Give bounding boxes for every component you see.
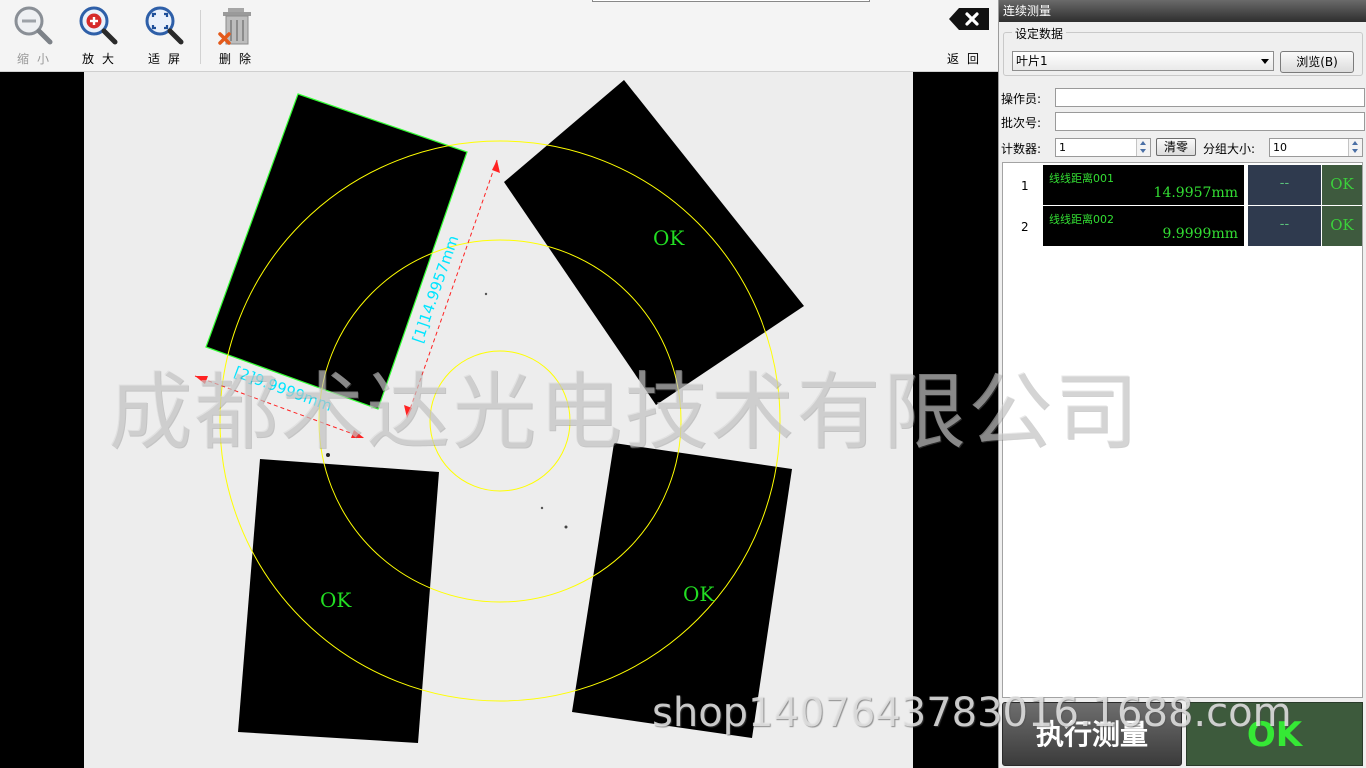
run-measurement-button[interactable]: 执行测量 — [1002, 702, 1182, 766]
group-size-label: 分组大小: — [1203, 142, 1256, 156]
toolbar-divider — [200, 10, 201, 64]
result-name: 线线距离002 — [1049, 213, 1114, 226]
batch-row: 批次号: — [1001, 112, 1365, 132]
counter-value: 1 — [1059, 141, 1066, 154]
delete-icon — [218, 8, 251, 45]
overall-status-indicator: OK — [1186, 702, 1363, 766]
zoom-out-button[interactable]: 缩小 — [4, 2, 64, 68]
result-value: 9.9999mm — [1162, 226, 1238, 242]
back-icon — [949, 8, 989, 30]
zoom-in-button[interactable]: 放大 — [69, 2, 129, 68]
app-window: 缩小 放大 适屏 删除 返回 [1]14.9957mm [2]9.9999mm … — [0, 0, 1366, 768]
image-viewer[interactable]: [1]14.9957mm [2]9.9999mm OK OK OK — [0, 72, 998, 768]
preset-select[interactable]: 叶片1 — [1012, 51, 1274, 71]
result-measure-box: 线线距离001 14.9957mm — [1043, 165, 1244, 205]
group-size-spin-buttons[interactable] — [1348, 139, 1362, 156]
result-status: OK — [1322, 165, 1362, 205]
chevron-down-icon — [1261, 59, 1269, 64]
setting-group-legend: 设定数据 — [1012, 25, 1067, 42]
zoom-out-label: 缩小 — [16, 52, 57, 66]
group-size-value: 10 — [1273, 141, 1287, 154]
result-name: 线线距离001 — [1049, 172, 1114, 185]
operator-input[interactable] — [1055, 88, 1365, 107]
zoom-in-icon — [79, 6, 118, 45]
fit-screen-icon — [145, 6, 184, 45]
range-circle-inner — [429, 350, 571, 492]
result-deviation: -- — [1248, 165, 1321, 205]
clear-button[interactable]: 清零 — [1156, 138, 1196, 156]
result-row[interactable]: 2 线线距离002 9.9999mm -- OK — [1003, 206, 1362, 246]
zoom-in-label: 放大 — [81, 52, 122, 66]
panel-title: 连续测量 — [999, 0, 1366, 22]
dust-speck — [326, 453, 330, 457]
counter-stepper[interactable]: 1 — [1055, 138, 1151, 157]
blade-top-left[interactable] — [206, 94, 467, 409]
group-size-stepper[interactable]: 10 — [1269, 138, 1363, 157]
result-deviation: -- — [1248, 206, 1321, 246]
counter-spin-buttons[interactable] — [1136, 139, 1150, 156]
counter-label: 计数器: — [1001, 142, 1042, 156]
result-index: 2 — [1021, 220, 1029, 234]
ok-label-top-right: OK — [653, 226, 685, 250]
result-index: 1 — [1021, 179, 1029, 193]
toolbar: 缩小 放大 适屏 删除 返回 — [0, 0, 998, 72]
setting-group: 设定数据 叶片1 浏览(B) — [1003, 25, 1363, 76]
dust-speck — [564, 525, 568, 529]
zoom-out-icon — [14, 6, 53, 45]
back-button[interactable]: 返回 — [934, 2, 994, 68]
preset-value: 叶片1 — [1016, 54, 1048, 68]
blade-bottom-right[interactable] — [572, 443, 792, 738]
back-label: 返回 — [946, 52, 987, 66]
measurement-overlay: [1]14.9957mm [2]9.9999mm OK OK OK — [194, 80, 804, 743]
operator-row: 操作员: — [1001, 88, 1365, 108]
fit-screen-button[interactable]: 适屏 — [135, 2, 195, 68]
result-measure-box: 线线距离002 9.9999mm — [1043, 206, 1244, 246]
dust-speck — [540, 506, 544, 510]
operator-label: 操作员: — [1001, 92, 1042, 106]
result-row[interactable]: 1 线线距离001 14.9957mm -- OK — [1003, 165, 1362, 205]
dimension-arrow — [195, 376, 208, 384]
dust-speck — [484, 292, 488, 296]
top-edit-field[interactable] — [592, 0, 870, 2]
batch-input[interactable] — [1055, 112, 1365, 131]
fit-screen-label: 适屏 — [147, 52, 188, 66]
result-status: OK — [1322, 206, 1362, 246]
browse-button[interactable]: 浏览(B) — [1280, 51, 1354, 73]
dimension-arrow — [351, 430, 364, 438]
result-value: 14.9957mm — [1153, 185, 1238, 201]
measurement-panel: 连续测量 设定数据 叶片1 浏览(B) 操作员: 批次号: 计数器: 1 分组大… — [998, 0, 1366, 768]
batch-label: 批次号: — [1001, 116, 1042, 130]
result-list[interactable]: 1 线线距离001 14.9957mm -- OK 2 线线距离002 9.99… — [1002, 162, 1363, 698]
ok-label-bottom-right: OK — [683, 582, 715, 606]
delete-button[interactable]: 删除 — [206, 2, 266, 68]
delete-label: 删除 — [218, 52, 259, 66]
ok-label-bottom-left: OK — [320, 588, 352, 612]
